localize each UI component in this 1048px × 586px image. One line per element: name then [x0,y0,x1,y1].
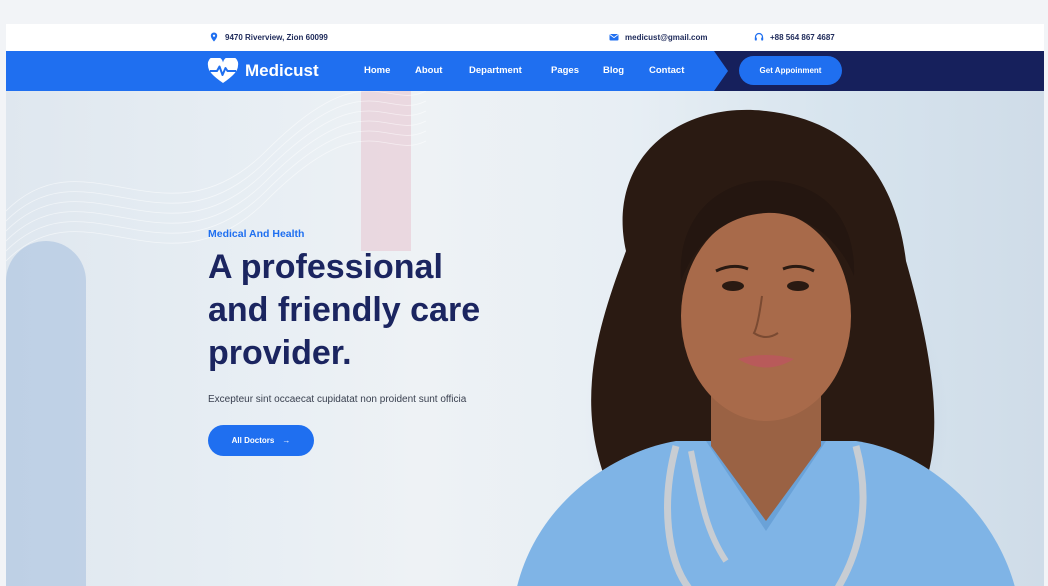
nav-item-pages[interactable]: Pages [551,65,579,76]
main-navbar: Medicust Home About Department Pages Blo… [6,51,1044,91]
hero-eyebrow: Medical And Health [208,228,305,240]
site-logo[interactable]: Medicust [207,58,319,84]
email-text[interactable]: medicust@gmail.com [625,33,708,42]
nav-item-about[interactable]: About [415,65,442,76]
address-item: 9470 Riverview, Zion 60099 [209,32,328,42]
headline-line: and friendly care [208,291,481,329]
hero-headline: A professional and friendly care provide… [208,246,568,375]
phone-text[interactable]: +88 564 867 4687 [770,33,835,42]
nav-item-department[interactable]: Department [469,65,522,76]
nav-item-blog[interactable]: Blog [603,65,624,76]
page-frame: 9470 Riverview, Zion 60099 medicust@gmai… [6,24,1044,586]
headset-icon [754,32,764,41]
hero-section: Medical And Health A professional and fr… [6,91,1044,586]
phone-item[interactable]: +88 564 867 4687 [754,32,835,42]
nav-item-contact[interactable]: Contact [649,65,684,76]
nav-item-home[interactable]: Home [364,65,390,76]
logo-text: Medicust [245,61,319,80]
hero-description: Excepteur sint occaecat cupidatat non pr… [208,394,467,405]
envelope-icon [609,34,619,41]
email-item[interactable]: medicust@gmail.com [609,32,708,42]
all-doctors-button[interactable]: All Doctors → [208,425,314,456]
address-text: 9470 Riverview, Zion 60099 [225,32,328,42]
all-doctors-label: All Doctors [231,436,275,445]
heart-pulse-icon [207,58,239,83]
headline-line: provider. [208,334,352,372]
headline-line: A professional [208,248,443,286]
get-appointment-button[interactable]: Get Appoinment [739,56,842,85]
top-info-bar: 9470 Riverview, Zion 60099 medicust@gmai… [6,24,1044,51]
map-pin-icon [210,32,218,42]
arrow-right-icon: → [282,436,291,445]
